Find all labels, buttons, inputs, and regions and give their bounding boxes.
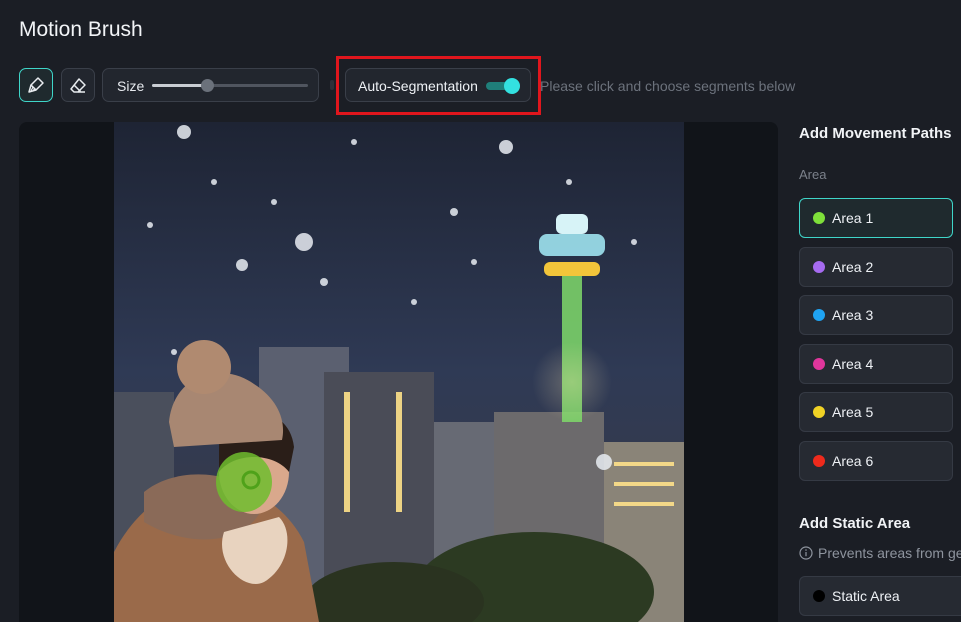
area-item-label: Area 6 xyxy=(832,452,874,469)
static-area-label: Static Area xyxy=(832,588,900,604)
info-icon xyxy=(799,546,813,560)
size-slider-fill xyxy=(152,84,207,87)
area-item-6[interactable]: Area 6 xyxy=(799,440,953,481)
static-area-dot xyxy=(813,590,825,602)
highlight-box xyxy=(336,56,541,115)
brush-size-control: Size xyxy=(102,68,319,102)
area-color-dot xyxy=(813,357,825,370)
segment-hint: Please click and choose segments below xyxy=(540,78,796,94)
editing-photo[interactable] xyxy=(114,122,684,622)
size-label: Size xyxy=(117,78,145,94)
area-color-dot xyxy=(813,309,825,321)
area-item-3[interactable]: Area 3 xyxy=(799,295,953,335)
brush-tool-button[interactable] xyxy=(19,68,53,102)
eraser-tool-button[interactable] xyxy=(61,68,95,102)
static-area-title: Add Static Area xyxy=(799,515,911,532)
static-area-desc-text: Prevents areas from ge xyxy=(818,545,961,561)
area-item-2[interactable]: Area 2 xyxy=(799,246,953,287)
movement-paths-title: Add Movement Paths xyxy=(799,125,952,142)
static-area-button[interactable]: Static Area xyxy=(799,576,961,616)
canvas-area[interactable] xyxy=(19,122,778,622)
size-slider[interactable] xyxy=(152,79,308,92)
area-item-5[interactable]: Area 5 xyxy=(799,392,953,432)
area-item-1[interactable]: Area 1 xyxy=(799,198,953,238)
photo-illustration xyxy=(114,122,684,622)
static-area-description: Prevents areas from ge xyxy=(799,545,961,561)
brush-icon xyxy=(28,77,44,93)
separator xyxy=(330,80,334,90)
area-header: Area xyxy=(799,167,827,182)
area-item-label: Area 2 xyxy=(832,258,874,275)
area-color-dot xyxy=(813,212,825,224)
area-item-label: Area 4 xyxy=(832,355,874,372)
area-item-label: Area 5 xyxy=(832,404,874,420)
area-item-label: Area 3 xyxy=(832,307,874,323)
area-item-label: Area 1 xyxy=(832,210,874,226)
area-item-4[interactable]: Area 4 xyxy=(799,343,953,384)
area-color-dot xyxy=(813,260,825,273)
page-title: Motion Brush xyxy=(19,18,143,41)
size-slider-thumb[interactable] xyxy=(200,79,214,92)
area-color-dot xyxy=(813,454,825,467)
eraser-icon xyxy=(70,78,86,93)
area-color-dot xyxy=(813,406,825,418)
